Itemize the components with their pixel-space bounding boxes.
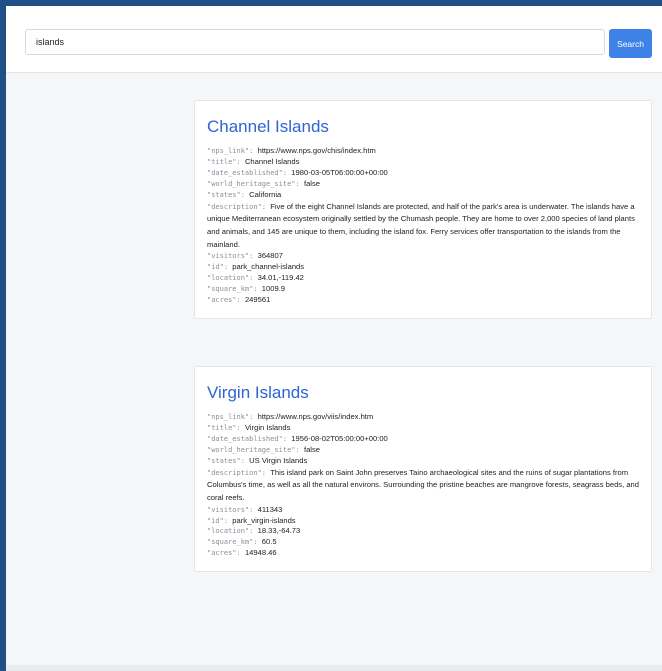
field-value: Five of the eight Channel Islands are pr… (207, 201, 635, 249)
field-key: "description" (207, 202, 262, 211)
field-value: 60.5 (261, 537, 277, 547)
field-visitors: "visitors": 411343 (207, 504, 283, 514)
field-location: "location": 18.33,-64.73 (207, 526, 301, 536)
field-states: "states": US Virgin Islands (207, 455, 308, 465)
field-value: https://www.nps.gov/viis/index.htm (257, 412, 374, 421)
field-key: "world_heritage_site" (207, 445, 296, 454)
result-title: Virgin Islands (207, 383, 309, 402)
search-input[interactable] (25, 29, 605, 55)
field-states: "states": California (207, 189, 282, 199)
search-bar: Search (6, 6, 662, 73)
field-key: "location" (207, 527, 250, 536)
field-date-established: "date_established": 1980-03-05T06:00:00+… (207, 167, 388, 177)
window-frame: Search Channel Islands "nps_link": https… (0, 0, 662, 671)
field-value: https://www.nps.gov/chis/index.htm (257, 146, 376, 155)
field-value: 364807 (257, 251, 283, 261)
field-key: "date_established" (207, 434, 283, 443)
field-value: This island park on Saint John preserves… (207, 467, 639, 502)
field-description: "description": Five of the eight Channel… (207, 201, 635, 249)
field-title: "title": Virgin Islands (207, 422, 291, 432)
field-nps-link: "nps_link": https://www.nps.gov/viis/ind… (207, 412, 374, 421)
field-date-established: "date_established": 1956-08-02T05:00:00+… (207, 433, 388, 443)
result-card: Channel Islands "nps_link": https://www.… (194, 100, 652, 319)
field-key: "world_heritage_site" (207, 179, 296, 188)
app-window: Search Channel Islands "nps_link": https… (6, 6, 662, 671)
field-value: false (303, 178, 320, 188)
field-key: "title" (207, 423, 237, 432)
field-key: "location" (207, 274, 250, 283)
field-nps-link: "nps_link": https://www.nps.gov/chis/ind… (207, 146, 376, 155)
field-description: "description": This island park on Saint… (207, 467, 639, 502)
field-value: 18.33,-64.73 (257, 526, 301, 536)
bottom-bar (6, 665, 662, 671)
field-value: 1980-03-05T06:00:00+00:00 (291, 167, 388, 177)
field-key: "states" (207, 190, 241, 199)
field-value: Virgin Islands (244, 422, 291, 432)
result-card: Virgin Islands "nps_link": https://www.n… (194, 366, 652, 573)
field-value: 14948.46 (244, 548, 277, 558)
field-world-heritage-site: "world_heritage_site": false (207, 178, 320, 188)
field-key: "acres" (207, 295, 237, 304)
field-square-km: "square_km": 1009.9 (207, 284, 286, 294)
field-key: "nps_link" (207, 413, 250, 421)
field-key: "acres" (207, 549, 237, 558)
field-acres: "acres": 14948.46 (207, 548, 277, 558)
field-acres: "acres": 249561 (207, 294, 271, 304)
field-key: "date_established" (207, 168, 283, 177)
field-value: 34.01,-119.42 (257, 273, 304, 283)
field-square-km: "square_km": 60.5 (207, 537, 277, 547)
field-visitors: "visitors": 364807 (207, 251, 283, 261)
field-value: park_virgin-islands (232, 515, 296, 525)
field-key: "states" (207, 456, 241, 465)
field-key: "id" (207, 263, 224, 272)
field-key: "title" (207, 157, 237, 166)
field-value: 1009.9 (261, 284, 286, 294)
field-key: "visitors" (207, 252, 250, 261)
field-value: false (303, 444, 320, 454)
search-button[interactable]: Search (609, 29, 652, 58)
field-value: 1956-08-02T05:00:00+00:00 (291, 433, 388, 443)
field-value: 249561 (244, 294, 271, 304)
field-location: "location": 34.01,-119.42 (207, 273, 304, 283)
field-value: park_channel-islands (232, 262, 305, 272)
field-value: 411343 (257, 504, 283, 514)
field-id: "id": park_virgin-islands (207, 515, 296, 525)
field-value: California (249, 189, 282, 199)
field-world-heritage-site: "world_heritage_site": false (207, 444, 320, 454)
field-key: "nps_link" (207, 147, 250, 155)
field-key: "square_km" (207, 285, 254, 294)
field-key: "description" (207, 468, 262, 477)
result-title: Channel Islands (207, 117, 329, 136)
field-value: Channel Islands (244, 156, 300, 166)
field-title: "title": Channel Islands (207, 156, 300, 166)
field-value: US Virgin Islands (249, 455, 308, 465)
field-key: "visitors" (207, 505, 250, 514)
field-key: "square_km" (207, 538, 254, 547)
field-id: "id": park_channel-islands (207, 262, 305, 272)
field-key: "id" (207, 516, 224, 525)
